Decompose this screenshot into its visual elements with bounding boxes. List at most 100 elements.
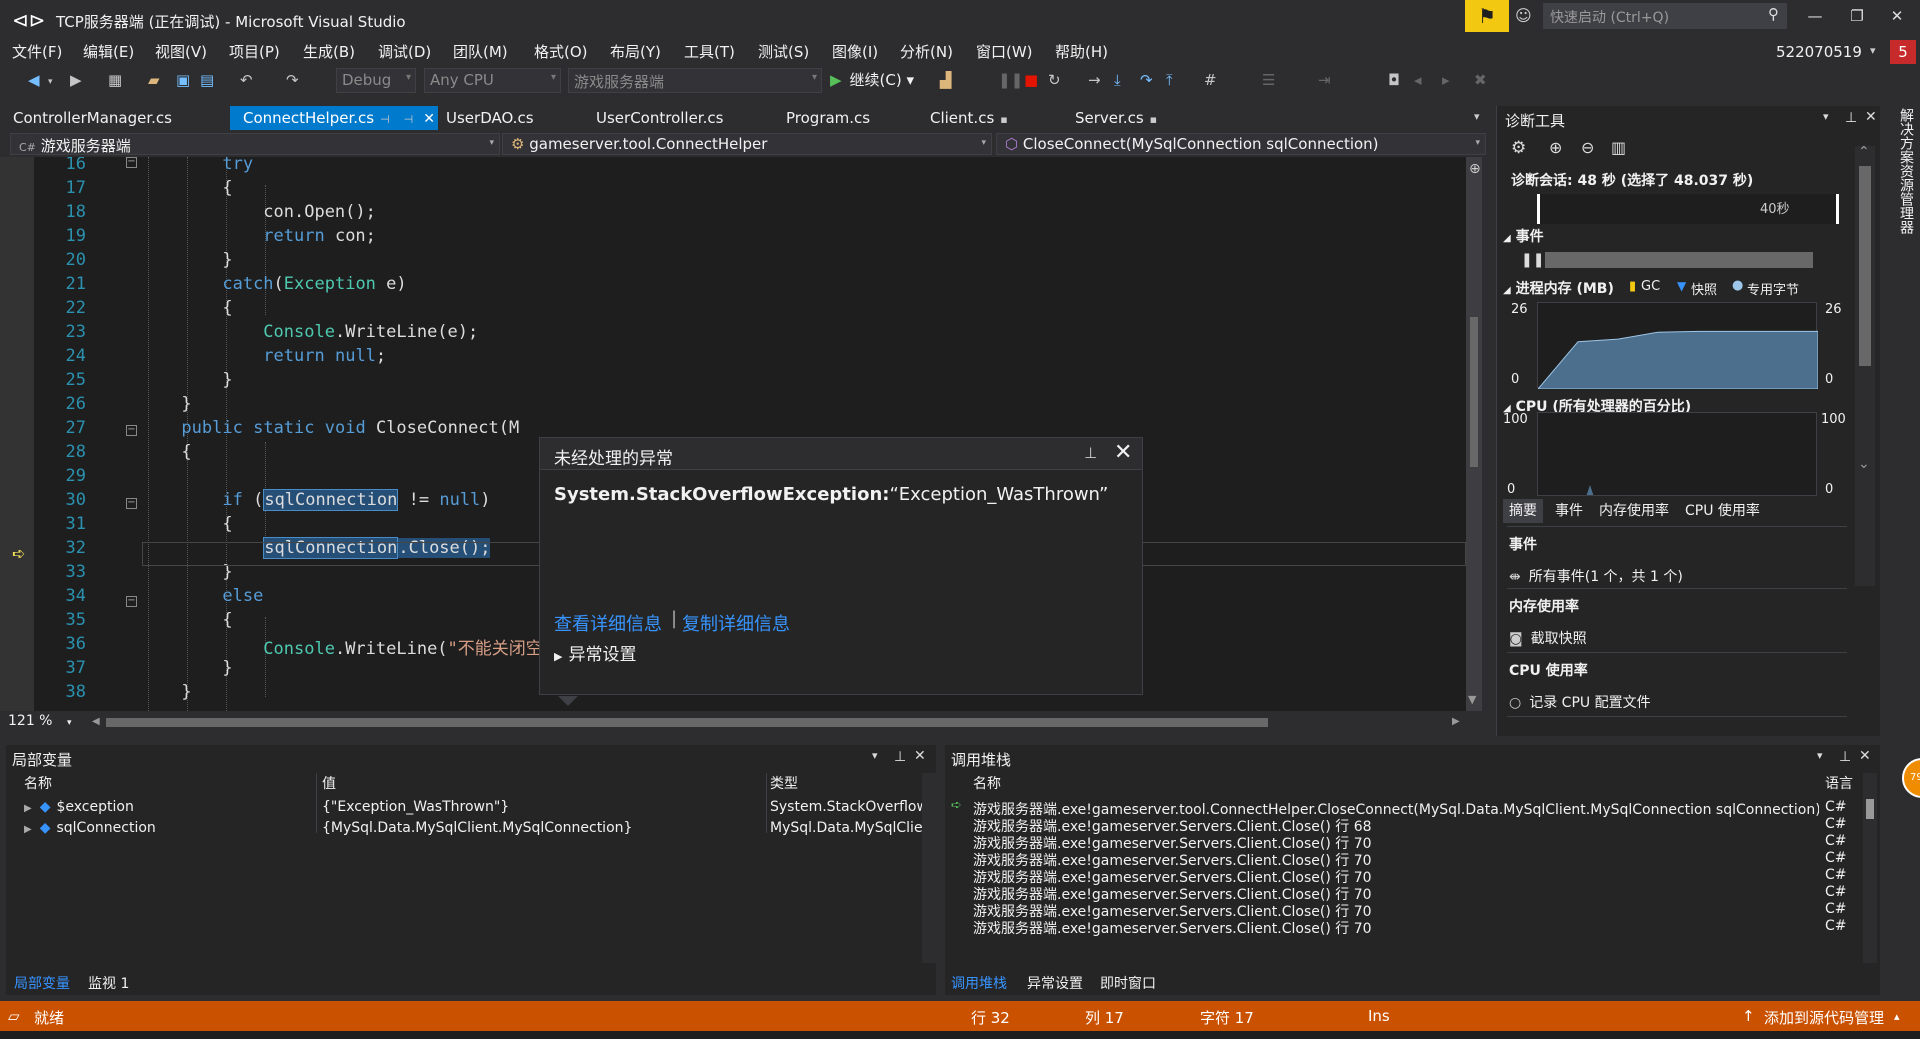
chevron-up-icon[interactable]: ▴ [1894, 1010, 1900, 1023]
tab-summary[interactable]: 摘要 [1503, 499, 1543, 523]
menu-layout[interactable]: 布局(Y) [610, 40, 661, 64]
expand-icon[interactable]: ▶ [24, 803, 32, 814]
redo-icon[interactable]: ↷ [286, 71, 299, 89]
menu-help[interactable]: 帮助(H) [1055, 40, 1108, 64]
tab-usercontroller[interactable]: UserController.cs [583, 106, 770, 130]
tab-program[interactable]: Program.cs [773, 106, 916, 130]
close-window-button[interactable]: ✕ [1880, 4, 1914, 28]
breakpoint-gutter[interactable] [0, 157, 34, 711]
horizontal-scroll-thumb[interactable] [106, 718, 1268, 727]
cpu-chart[interactable] [1537, 412, 1817, 496]
tab-cpu-usage[interactable]: CPU 使用率 [1679, 499, 1766, 523]
close-icon[interactable]: ✕ [914, 748, 926, 764]
member-nav-select[interactable]: ⬡ CloseConnect(MySqlConnection sqlConnec… [996, 133, 1486, 155]
menu-debug[interactable]: 调试(D) [378, 40, 431, 64]
menu-test[interactable]: 测试(S) [758, 40, 809, 64]
locals-header-type[interactable]: 类型 [770, 773, 798, 793]
step-into-icon[interactable]: ⤓ [1114, 71, 1121, 89]
undo-icon[interactable]: ↶ [240, 71, 253, 89]
solution-platform-select[interactable]: Any CPU ▾ [424, 68, 561, 93]
user-account[interactable]: 522070519 [1776, 43, 1862, 61]
copy-details-link[interactable]: 复制详细信息 [682, 610, 790, 636]
chevron-down-icon[interactable]: ▾ [48, 77, 53, 87]
zoom-out-icon[interactable]: ⊖ [1581, 138, 1594, 157]
close-icon[interactable]: ✕ [1859, 748, 1871, 764]
pause-icon[interactable]: ❚❚ [998, 71, 1023, 89]
locals-row[interactable]: ▶ ◆ $exception [24, 799, 314, 815]
session-timeline[interactable]: 40秒 [1537, 194, 1839, 224]
continue-button[interactable]: ▶ 继续(C) ▾ [830, 69, 914, 93]
tab-events[interactable]: 事件 [1549, 499, 1589, 523]
clear-bookmarks-icon[interactable]: ✖ [1474, 71, 1487, 89]
diagnostics-scroll-thumb[interactable] [1859, 166, 1871, 366]
open-folder-icon[interactable]: ▰ [148, 71, 160, 89]
search-icon[interactable]: ⚲ [1768, 5, 1779, 23]
bookmark-icon[interactable]: ◘ [1388, 71, 1400, 89]
project-nav-select[interactable]: C# 游戏服务器端 ▾ [10, 133, 500, 155]
floating-badge[interactable]: 79 [1902, 758, 1920, 798]
previous-bookmark-icon[interactable]: ◂ [1414, 71, 1422, 89]
locals-header-value[interactable]: 值 [322, 773, 336, 793]
tab-exception-settings[interactable]: 异常设置 [1027, 973, 1083, 993]
memory-chart[interactable] [1536, 302, 1819, 390]
new-project-icon[interactable]: ▦ [108, 71, 122, 89]
menu-file[interactable]: 文件(F) [12, 40, 62, 64]
tab-controllermanager[interactable]: ControllerManager.cs [0, 106, 230, 130]
callstack-header-name[interactable]: 名称 [973, 773, 1001, 793]
navigate-forward-icon[interactable]: ▶ [70, 71, 82, 89]
show-next-statement-icon[interactable]: → [1088, 71, 1101, 89]
call-stack-frame[interactable]: 游戏服务器端.exe!gameserver.Servers.Client.Clo… [973, 918, 1819, 938]
tab-overflow-chevron-icon[interactable]: ▾ [1474, 110, 1480, 123]
pause-events-icon[interactable]: ❚❚ [1521, 252, 1544, 268]
menu-project[interactable]: 项目(P) [229, 40, 280, 64]
solution-explorer-tab[interactable]: 解决方案资源管理器 [1890, 104, 1916, 244]
menu-edit[interactable]: 编辑(E) [83, 40, 134, 64]
scroll-left-icon[interactable]: ◀ [92, 716, 100, 727]
expand-icon[interactable]: ▶ [24, 824, 32, 835]
indent-icon[interactable]: ⇥ [1318, 71, 1331, 89]
menu-build[interactable]: 生成(B) [303, 40, 355, 64]
menu-format[interactable]: 格式(O) [534, 40, 588, 64]
chevron-down-icon[interactable]: ▾ [1817, 749, 1823, 762]
chevron-down-icon[interactable]: ▾ [1870, 44, 1876, 57]
solution-configuration-select[interactable]: Debug ▾ [336, 68, 416, 93]
local-value[interactable]: {MySql.Data.MySqlClient.MySqlConnection} [322, 820, 762, 836]
hex-display-icon[interactable]: # [1204, 71, 1217, 89]
restart-icon[interactable]: ↻ [1048, 71, 1061, 89]
navigate-back-icon[interactable]: ◀ [28, 71, 40, 89]
close-icon[interactable]: ✕ [1865, 109, 1877, 125]
tab-call-stack[interactable]: 调用堆栈 [951, 973, 1007, 993]
callstack-scroll-thumb[interactable] [1866, 799, 1874, 819]
pin-icon[interactable]: ⊣ [404, 113, 414, 126]
menu-tools[interactable]: 工具(T) [684, 40, 735, 64]
split-editor-icon[interactable]: ⊕ [1469, 161, 1481, 177]
save-all-icon[interactable]: ▤ [200, 71, 214, 89]
pin-icon[interactable]: ⊥ [1845, 110, 1857, 126]
record-cpu-profile-button[interactable]: ○ 记录 CPU 配置文件 [1509, 692, 1651, 712]
tab-locals[interactable]: 局部变量 [14, 973, 70, 993]
locals-header-name[interactable]: 名称 [24, 773, 52, 793]
callstack-header-language[interactable]: 语言 [1825, 773, 1853, 793]
locals-scrollbar[interactable] [922, 773, 936, 963]
pin-icon[interactable]: ⊥ [1839, 749, 1851, 765]
scroll-down-icon[interactable]: ⌄ [1858, 456, 1870, 472]
stop-icon[interactable]: ■ [1024, 71, 1038, 89]
settings-gear-icon[interactable]: ⚙ [1511, 138, 1526, 158]
next-bookmark-icon[interactable]: ▸ [1442, 71, 1450, 89]
view-details-link[interactable]: 查看详细信息 [554, 610, 662, 636]
local-value[interactable]: {"Exception_WasThrown"} [322, 799, 762, 815]
notification-count-badge[interactable]: 5 [1890, 40, 1916, 64]
save-icon[interactable]: ▣ [176, 71, 190, 89]
startup-project-select[interactable]: 游戏服务器端 ▾ [568, 68, 822, 93]
tab-connecthelper[interactable]: ConnectHelper.cs ⊣ ⊣ ✕ [230, 106, 438, 130]
tab-userdao[interactable]: UserDAO.cs [433, 106, 583, 130]
pin-icon[interactable]: ⊥ [894, 749, 906, 765]
scroll-right-icon[interactable]: ▶ [1452, 716, 1460, 727]
exception-settings-icon[interactable]: ▟ [940, 71, 952, 89]
menu-team[interactable]: 团队(M) [453, 40, 508, 64]
status-ins[interactable]: Ins [1368, 1007, 1390, 1025]
all-events-item[interactable]: ⇼ 所有事件(1 个，共 1 个) [1509, 566, 1683, 586]
tab-server[interactable]: Server.cs ▪ [1062, 106, 1212, 130]
zoom-in-icon[interactable]: ⊕ [1549, 138, 1562, 157]
tab-immediate-window[interactable]: 即时窗口 [1100, 973, 1156, 993]
